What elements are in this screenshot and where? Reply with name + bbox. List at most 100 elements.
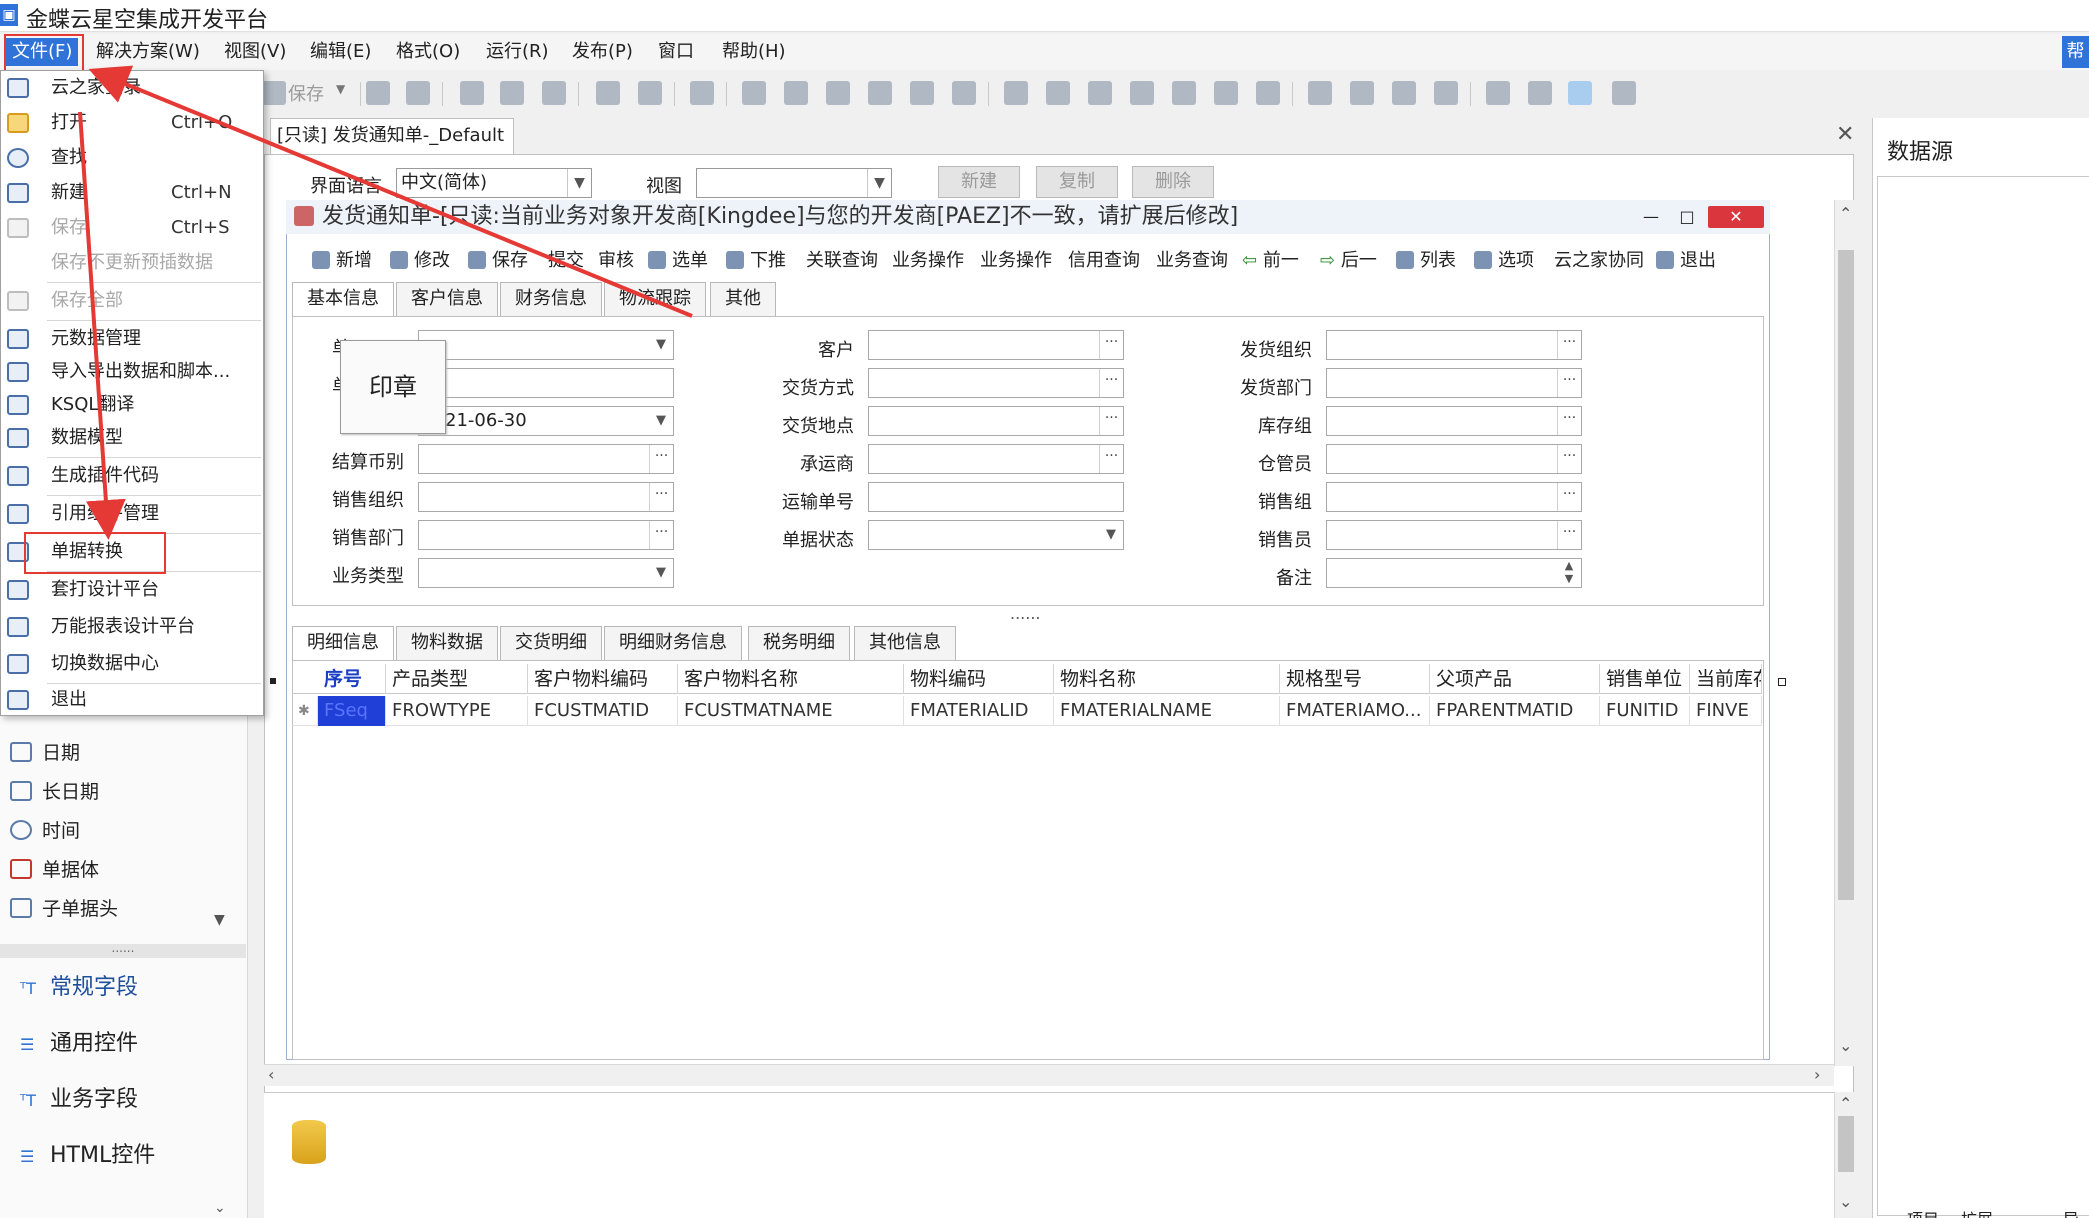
grid-cell[interactable]: FCUSTMATNAME <box>678 696 904 726</box>
tab-navigation[interactable]: 导航 <box>2063 1206 2089 1218</box>
tb-linked-query-button[interactable]: 关联查询 <box>806 248 878 274</box>
preview-icon[interactable] <box>460 81 484 105</box>
menu-item-save-no-preset[interactable]: 保存不更新预插数据 <box>1 246 263 280</box>
stock-keeper-field[interactable]: ··· <box>1326 444 1582 474</box>
align-middle-icon[interactable] <box>1088 81 1112 105</box>
more-icon[interactable]: ··· <box>1557 407 1581 435</box>
table-icon[interactable] <box>406 81 430 105</box>
tab-detail-finance[interactable]: 明细财务信息 <box>604 626 742 660</box>
date-field[interactable]: 21-06-30 ▼ <box>418 406 674 436</box>
undo-icon[interactable] <box>596 81 620 105</box>
layout-icon[interactable] <box>1392 81 1416 105</box>
toolbox-item-sub-header[interactable]: 子单据头 <box>10 892 118 926</box>
more-icon[interactable]: ··· <box>649 445 673 473</box>
more-icon[interactable]: ··· <box>649 483 673 511</box>
tb-push-button[interactable]: 下推 <box>726 248 786 274</box>
menu-help[interactable]: 帮助(H) <box>716 38 792 66</box>
bottom-scrollbar[interactable]: ⌃ ⌄ <box>1834 1092 1856 1218</box>
grid-cell[interactable]: FSeq <box>318 696 386 726</box>
close-icon[interactable]: ✕ <box>1836 122 1854 147</box>
spacing-h-icon[interactable] <box>910 81 934 105</box>
delivery-place-field[interactable]: ··· <box>868 406 1124 436</box>
scroll-up-icon[interactable]: ⌃ <box>1839 204 1852 223</box>
chevron-down-icon[interactable]: ▼ <box>867 169 891 197</box>
ship-dept-field[interactable]: ··· <box>1326 368 1582 398</box>
grid-cell[interactable]: FMATERIALNAME <box>1054 696 1280 726</box>
menu-item-save-all[interactable]: 保存全部 <box>1 284 263 318</box>
grid-col-header[interactable]: 客户物料编码 <box>528 664 678 694</box>
tab-material-data[interactable]: 物料数据 <box>396 626 498 660</box>
menu-item-find[interactable]: 查找 <box>1 141 263 175</box>
cut-icon[interactable] <box>690 81 714 105</box>
tab-other[interactable]: 其他 <box>710 282 776 316</box>
tb-submit-button[interactable]: 提交 <box>548 248 584 274</box>
spacing-h-remove-icon[interactable] <box>952 81 976 105</box>
more-icon[interactable]: ··· <box>1099 369 1123 397</box>
chevron-down-icon[interactable]: ▼ <box>649 559 673 587</box>
spacing-v-icon[interactable] <box>1172 81 1196 105</box>
tab-logistics[interactable]: 物流跟踪 <box>604 282 706 316</box>
align-left-icon[interactable] <box>742 81 766 105</box>
toolbox-item-bill-body[interactable]: 单据体 <box>10 853 99 887</box>
menu-item-switch-datacenter[interactable]: 切换数据中心 <box>1 647 263 681</box>
grid-col-header[interactable]: 物料名称 <box>1054 664 1280 694</box>
screenshot-icon[interactable] <box>1612 81 1636 105</box>
grid-col-header[interactable]: 销售单位 <box>1600 664 1690 694</box>
align-right-icon[interactable] <box>784 81 808 105</box>
tab-detail-info[interactable]: 明细信息 <box>292 626 394 660</box>
tb-business-op-button[interactable]: 业务操作 <box>892 248 964 274</box>
scroll-down-icon[interactable]: ⌄ <box>1839 1036 1852 1055</box>
scrollbar-thumb[interactable] <box>1838 1116 1854 1172</box>
chevron-down-icon[interactable]: ▼ <box>567 169 591 197</box>
tab-other-info[interactable]: 其他信息 <box>854 626 956 660</box>
business-type-field[interactable]: ▼ <box>418 558 674 588</box>
carrier-field[interactable]: ··· <box>868 444 1124 474</box>
tab-finance-info[interactable]: 财务信息 <box>500 282 602 316</box>
tb-credit-query-button[interactable]: 信用查询 <box>1068 248 1140 274</box>
menu-item-report-design[interactable]: 万能报表设计平台 <box>1 610 263 644</box>
tab-basic-info[interactable]: 基本信息 <box>292 282 394 316</box>
align-bottom-icon[interactable] <box>1046 81 1070 105</box>
menu-window[interactable]: 窗口 <box>652 38 700 66</box>
tools-icon[interactable] <box>500 81 524 105</box>
stamp-control[interactable]: 印章 <box>340 340 446 434</box>
chevron-down-icon[interactable]: ▼ <box>649 331 673 359</box>
tb-exit-button[interactable]: 退出 <box>1656 248 1716 274</box>
tb-prev-button[interactable]: ⇦ 前一 <box>1242 248 1299 274</box>
datasource-tree[interactable] <box>1877 176 2089 1216</box>
close-icon[interactable]: ✕ <box>1708 206 1764 228</box>
bill-type-field[interactable]: ▼ <box>418 330 674 360</box>
scroll-up-icon[interactable]: ⌃ <box>1839 1094 1852 1113</box>
grid-icon[interactable] <box>1256 81 1280 105</box>
menu-item-gen-plugin-code[interactable]: 生成插件代码 <box>1 459 263 493</box>
grid-col-header[interactable]: 客户物料名称 <box>678 664 904 694</box>
tab-delivery-detail[interactable]: 交货明细 <box>500 626 602 660</box>
tb-list-button[interactable]: 列表 <box>1396 248 1456 274</box>
list-layout-icon[interactable] <box>1434 81 1458 105</box>
tb-edit-button[interactable]: 修改 <box>390 248 450 274</box>
more-icon[interactable]: ··· <box>1557 521 1581 549</box>
scroll-left-icon[interactable]: ‹ <box>268 1065 274 1084</box>
minimize-icon[interactable]: — <box>1640 206 1662 228</box>
menu-view[interactable]: 视图(V) <box>218 38 292 66</box>
more-icon[interactable]: ··· <box>1099 407 1123 435</box>
grid-cell[interactable]: FMATERIAMO... <box>1280 696 1430 726</box>
more-icon[interactable]: ··· <box>1099 445 1123 473</box>
panel-splitter[interactable]: ...... <box>0 942 246 958</box>
chevron-down-icon[interactable]: ⌄ <box>214 1200 226 1216</box>
sales-dept-field[interactable]: ··· <box>418 520 674 550</box>
view-select[interactable]: ▼ <box>696 168 892 198</box>
chevron-down-icon[interactable]: ▼ <box>1099 521 1123 549</box>
send-back-icon[interactable] <box>1528 81 1552 105</box>
document-tab[interactable]: [只读] 发货通知单-_Default <box>270 118 514 154</box>
table-row[interactable]: ✱ FSeq FROWTYPE FCUSTMATID FCUSTMATNAME … <box>292 696 1762 726</box>
tb-business-op-button-2[interactable]: 业务操作 <box>980 248 1052 274</box>
form-splitter[interactable]: ...... <box>1010 604 1041 623</box>
align-top-icon[interactable] <box>1004 81 1028 105</box>
more-icon[interactable]: ··· <box>1557 331 1581 359</box>
tracking-no-field[interactable] <box>868 482 1124 512</box>
grid-cell[interactable]: FPARENTMATID <box>1430 696 1600 726</box>
form-icon[interactable] <box>366 81 390 105</box>
spacing-v-remove-icon[interactable] <box>1214 81 1238 105</box>
bill-no-field[interactable] <box>418 368 674 398</box>
